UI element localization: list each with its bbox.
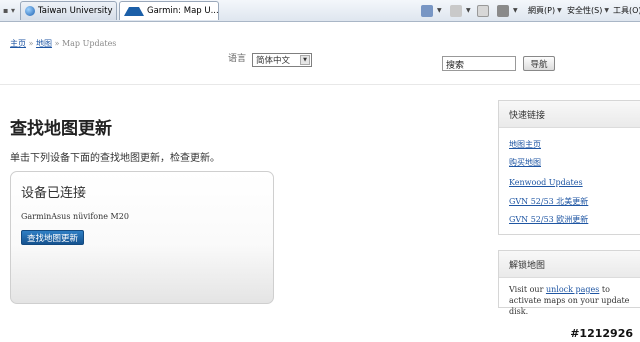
garmin-triangle-icon xyxy=(124,6,144,16)
language-label: 语言 xyxy=(228,54,247,64)
device-name: GarminAsus nüvifone M20 xyxy=(21,212,129,221)
globe-icon xyxy=(25,6,35,16)
tab-label: Taiwan University ... xyxy=(38,6,117,16)
breadcrumb-maps-link[interactable]: 地图 xyxy=(36,39,52,48)
page-menu-label: 網頁(P) xyxy=(528,6,556,15)
quick-link-kenwood-updates[interactable]: Kenwood Updates xyxy=(509,178,583,187)
page-menu[interactable]: 網頁(P) ▼ xyxy=(528,3,562,18)
quick-link-buy-maps[interactable]: 购买地图 xyxy=(509,158,541,167)
quick-links-panel: 快速链接 地图主页 购买地图 Kenwood Updates GVN 52/53… xyxy=(498,100,640,235)
breadcrumb: 主页 » 地图 » Map Updates xyxy=(10,38,116,49)
device-card-heading: 设备已连接 xyxy=(21,186,87,201)
unlock-maps-text: Visit our unlock pages to activate maps … xyxy=(499,278,640,323)
unlock-maps-heading: 解锁地图 xyxy=(499,251,640,278)
chevron-down-icon[interactable]: ▼ xyxy=(466,7,471,14)
tab-taiwan-university[interactable]: Taiwan University ... xyxy=(20,1,117,20)
find-map-updates-button[interactable]: 查找地图更新 xyxy=(21,230,85,245)
list-item: GVN 52/53 欧洲更新 xyxy=(509,214,588,225)
unlock-text-before: Visit our xyxy=(509,285,546,294)
feeds-button[interactable]: ▼ xyxy=(450,3,471,18)
tools-menu-label: 工具(O) xyxy=(613,6,640,15)
tab-label: Garmin: Map U... xyxy=(147,6,219,16)
breadcrumb-home-link[interactable]: 主页 xyxy=(10,39,26,48)
quick-link-gvn-europe[interactable]: GVN 52/53 欧洲更新 xyxy=(509,215,588,224)
print-button[interactable]: ▼ xyxy=(497,3,518,18)
chevron-down-icon[interactable]: ▼ xyxy=(300,55,310,65)
chevron-down-icon[interactable]: ▼ xyxy=(437,7,442,14)
printer-icon xyxy=(497,4,509,17)
read-mail-button[interactable] xyxy=(477,3,491,18)
chevron-down-icon[interactable]: ▼ xyxy=(513,7,518,14)
search-input[interactable]: 搜索 xyxy=(442,56,516,71)
device-connected-card: 设备已连接 GarminAsus nüvifone M20 查找地图更新 xyxy=(10,171,274,304)
list-item: 购买地图 xyxy=(509,157,541,168)
language-select[interactable]: 简体中文 ▼ xyxy=(252,53,312,67)
feed-icon xyxy=(450,4,462,17)
unlock-pages-link[interactable]: unlock pages xyxy=(546,285,599,294)
search-button[interactable]: 导航 xyxy=(523,56,555,71)
list-item: Kenwood Updates xyxy=(509,178,583,187)
quick-link-maps-home[interactable]: 地图主页 xyxy=(509,140,541,149)
safety-menu[interactable]: 安全性(S) ▼ xyxy=(567,3,609,18)
watermark-id: #1212926 xyxy=(570,327,633,340)
tab-garmin-map-updates[interactable]: Garmin: Map U... x xyxy=(119,1,219,20)
quick-links-heading: 快速链接 xyxy=(499,101,640,128)
safety-menu-label: 安全性(S) xyxy=(567,6,603,15)
chevron-down-icon: ▼ xyxy=(604,7,609,14)
mail-icon xyxy=(477,4,489,17)
breadcrumb-separator: » xyxy=(51,39,62,48)
list-item: 地图主页 xyxy=(509,139,541,150)
home-icon xyxy=(421,4,433,17)
page-title: 查找地图更新 xyxy=(10,119,112,139)
quick-tabs-button[interactable]: ▪ ▾ xyxy=(0,2,18,19)
header-divider xyxy=(0,84,640,85)
unlock-maps-panel: 解锁地图 Visit our unlock pages to activate … xyxy=(498,250,640,316)
home-button[interactable]: ▼ xyxy=(421,3,442,18)
language-selected-value: 简体中文 xyxy=(256,56,291,66)
breadcrumb-separator: » xyxy=(26,39,36,48)
instruction-text: 单击下列设备下面的查找地图更新，检查更新。 xyxy=(10,153,220,164)
chevron-down-icon: ▼ xyxy=(557,7,562,14)
breadcrumb-current: Map Updates xyxy=(61,39,117,48)
list-item: GVN 52/53 北美更新 xyxy=(509,196,588,207)
quick-link-gvn-north-america[interactable]: GVN 52/53 北美更新 xyxy=(509,197,588,206)
tools-menu[interactable]: 工具(O) xyxy=(613,3,640,18)
browser-tab-bar: ▪ ▾ Taiwan University ... Garmin: Map U.… xyxy=(0,0,640,22)
